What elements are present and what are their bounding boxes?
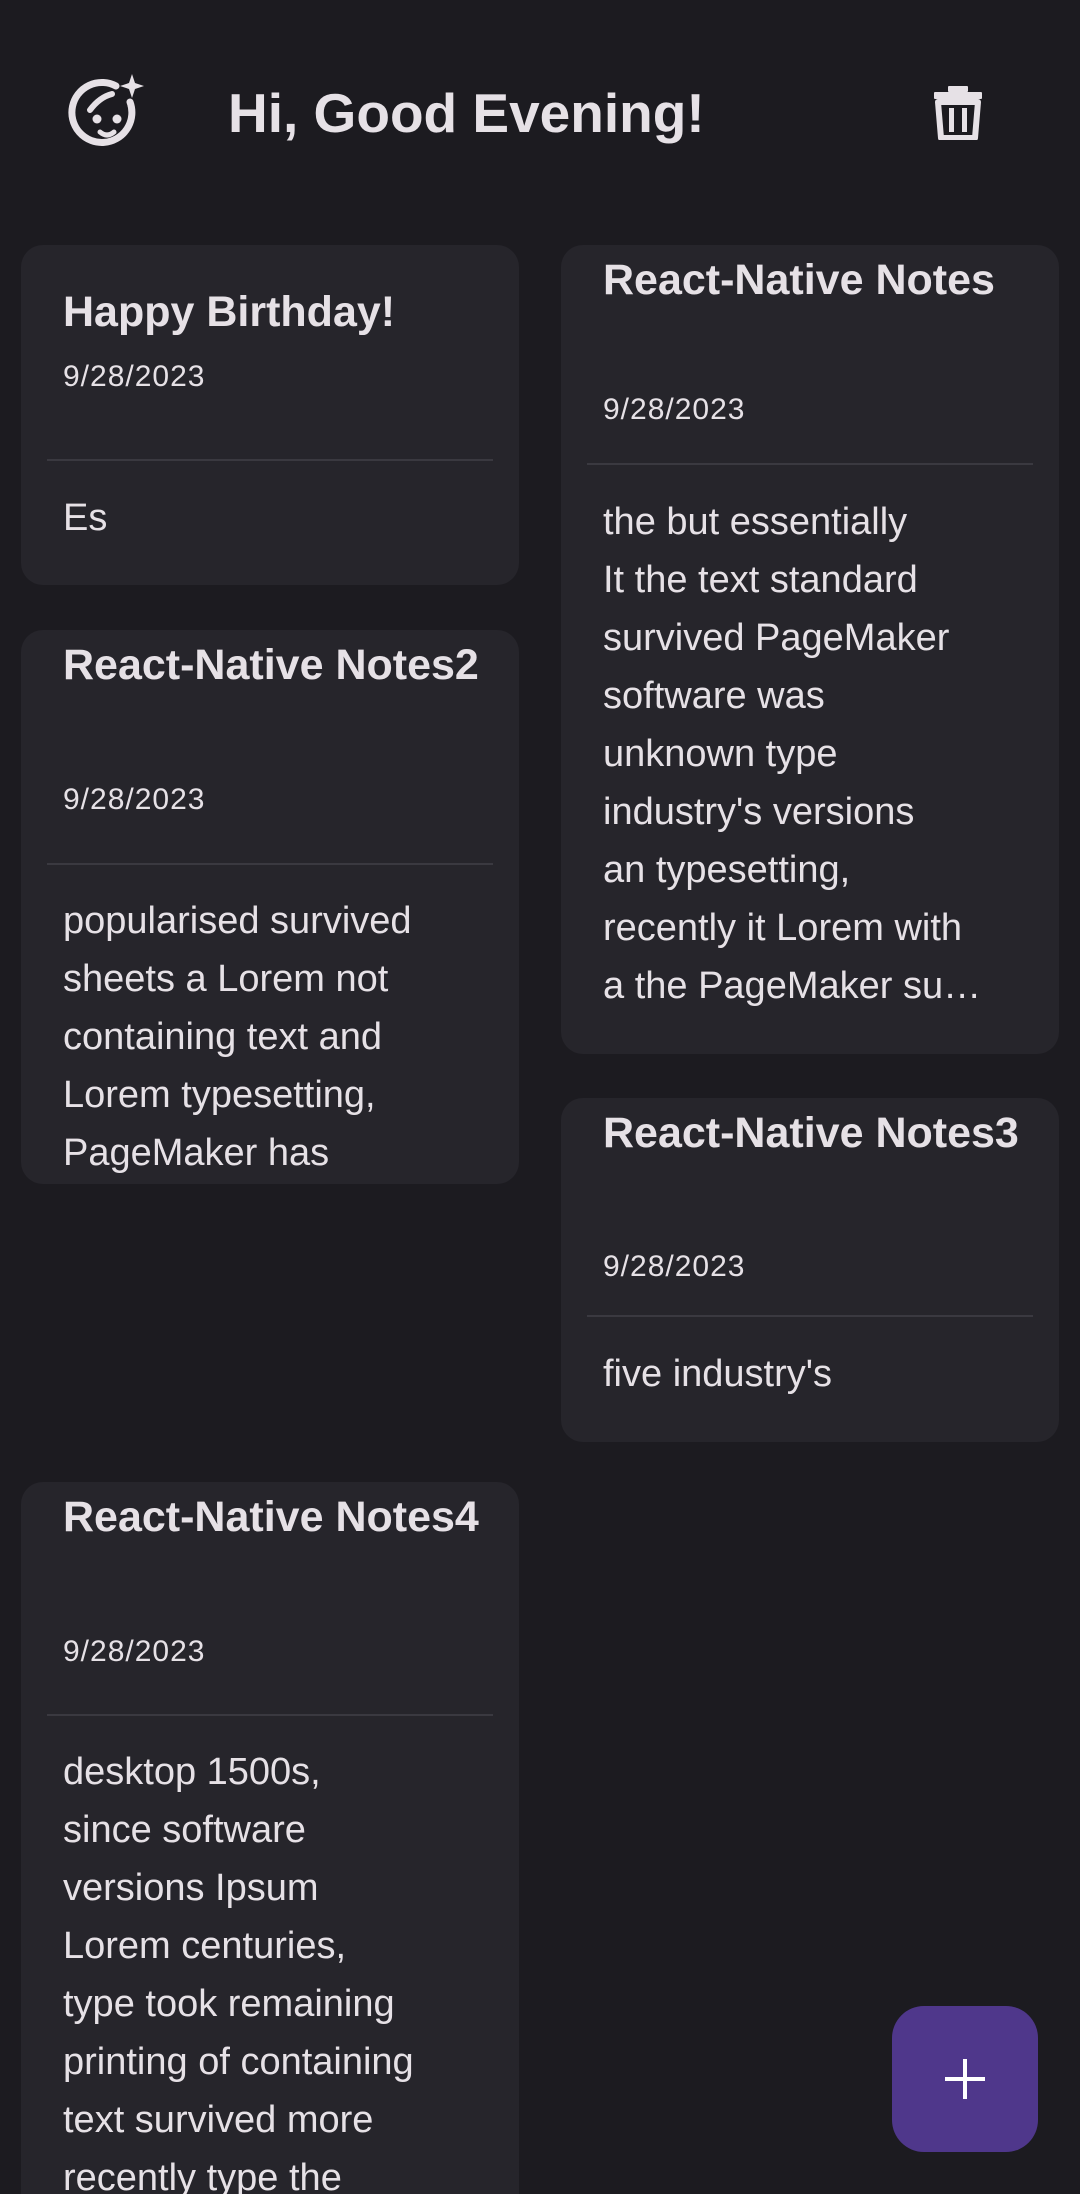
delete-button[interactable] — [920, 72, 996, 152]
trash-icon — [934, 86, 982, 140]
note-card[interactable]: React-Native Notes3 9/28/2023 five indus… — [561, 1098, 1059, 1442]
note-card[interactable]: React-Native Notes 9/28/2023 the but ess… — [561, 245, 1059, 1054]
add-note-button[interactable] — [892, 2006, 1038, 2152]
note-body: popularised survived sheets a Lorem not … — [63, 900, 412, 1174]
note-body: desktop 1500s, since software versions I… — [63, 1751, 414, 2194]
notes-app: Hi, Good Evening! Happy Birthday! 9/28/2… — [0, 0, 1080, 2194]
note-card[interactable]: React-Native Notes2 9/28/2023 popularise… — [21, 630, 519, 1184]
note-date: 9/28/2023 — [603, 393, 746, 426]
note-title: React-Native Notes2 — [63, 641, 479, 689]
note-date: 9/28/2023 — [63, 360, 206, 393]
note-title: React-Native Notes3 — [603, 1109, 1019, 1157]
note-divider — [587, 1315, 1033, 1317]
app-header: Hi, Good Evening! — [0, 0, 1080, 230]
note-body: Es — [63, 497, 108, 539]
note-date: 9/28/2023 — [63, 1635, 206, 1668]
face-sparkle-icon[interactable] — [68, 72, 148, 152]
note-divider — [587, 463, 1033, 465]
note-body: five industry's — [603, 1353, 833, 1395]
note-date: 9/28/2023 — [63, 783, 206, 816]
plus-icon — [945, 2059, 985, 2099]
note-divider — [47, 459, 493, 461]
note-title: Happy Birthday! — [63, 288, 396, 336]
note-card[interactable]: Happy Birthday! 9/28/2023 Es — [21, 245, 519, 585]
note-title: React-Native Notes — [603, 256, 995, 304]
greeting-title: Hi, Good Evening! — [228, 82, 705, 144]
note-card[interactable]: React-Native Notes4 9/28/2023 desktop 15… — [21, 1482, 519, 2194]
note-title: React-Native Notes4 — [63, 1493, 479, 1541]
note-divider — [47, 1714, 493, 1716]
note-date: 9/28/2023 — [603, 1250, 746, 1283]
note-body: the but essentially It the text standard… — [603, 501, 982, 1007]
note-divider — [47, 863, 493, 865]
